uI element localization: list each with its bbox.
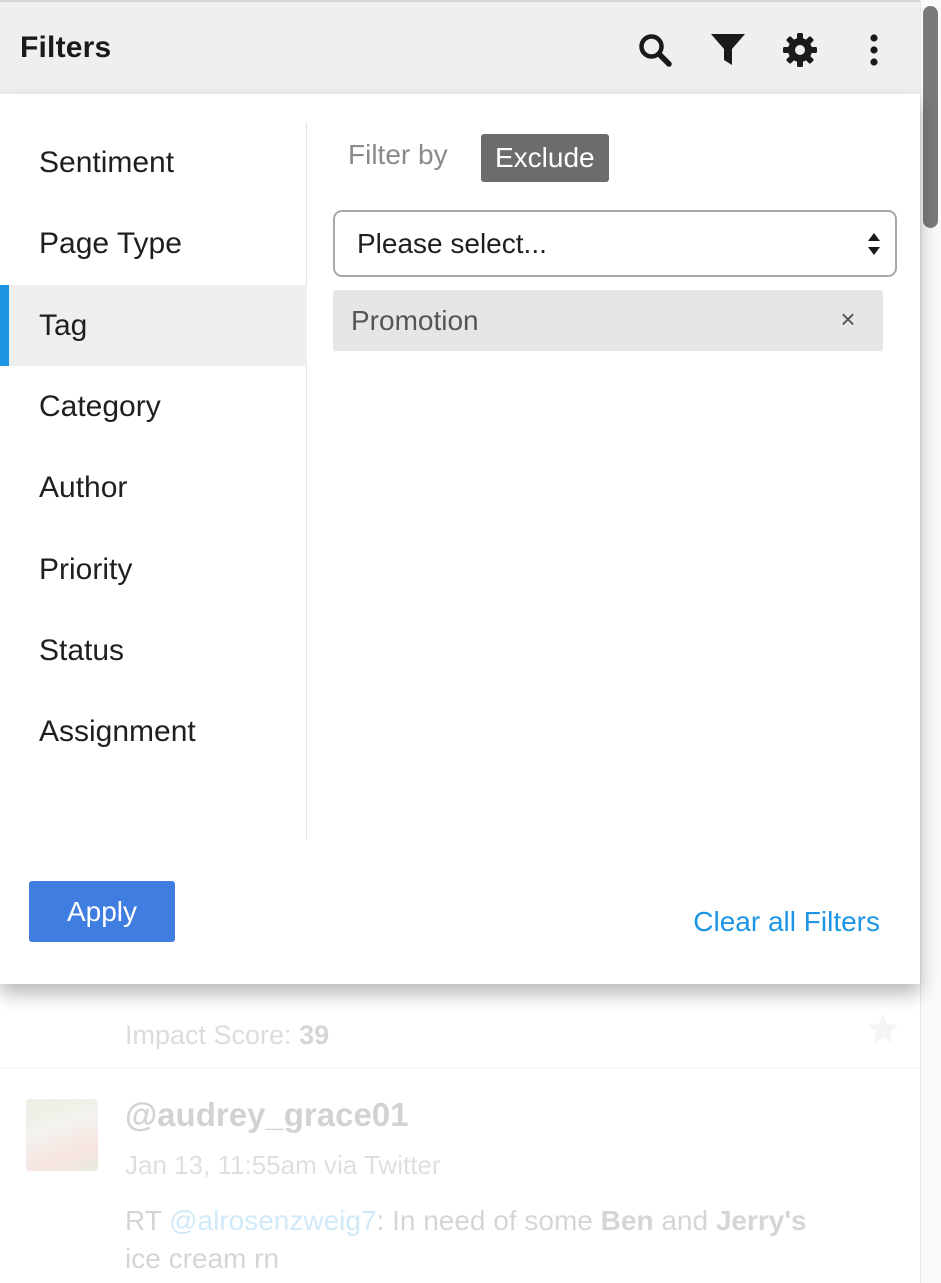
sidebar-item-label: Tag — [39, 308, 88, 342]
filter-panel: Sentiment Page Type Tag Category Author … — [0, 94, 920, 984]
more-vertical-icon[interactable] — [854, 28, 894, 72]
search-icon[interactable] — [635, 28, 675, 72]
tag-chip-label: Promotion — [351, 304, 479, 336]
sidebar-item-label: Sentiment — [39, 145, 175, 179]
sidebar-item-label: Author — [39, 470, 128, 504]
feed-divider — [0, 1068, 920, 1069]
sidebar-item-label: Priority — [39, 552, 133, 586]
sidebar-item-status[interactable]: Status — [0, 610, 307, 691]
funnel-icon[interactable] — [708, 28, 748, 72]
gear-icon[interactable] — [780, 28, 820, 72]
post-text-highlight: Ben — [600, 1205, 654, 1236]
sidebar-item-label: Page Type — [39, 226, 182, 260]
filter-mode-toggle[interactable]: Exclude — [481, 134, 609, 182]
post-text-part: ice cream rn — [125, 1243, 280, 1274]
post-text-part: RT — [125, 1205, 170, 1236]
sidebar-item-assignment[interactable]: Assignment — [0, 691, 307, 772]
header-toolbar — [0, 2, 920, 94]
post-text: RT @alrosenzweig7: In need of some Ben a… — [125, 1202, 845, 1278]
post-author-handle[interactable]: @audrey_grace01 — [125, 1096, 409, 1134]
select-arrows-icon — [868, 233, 880, 255]
close-icon[interactable]: × — [833, 304, 863, 334]
sidebar-item-label: Category — [39, 389, 161, 423]
tag-select-dropdown[interactable]: Please select... — [333, 210, 897, 277]
impact-score-value: 39 — [299, 1020, 330, 1050]
sidebar-item-label: Assignment — [39, 714, 196, 748]
select-placeholder: Please select... — [357, 227, 547, 259]
sidebar-item-priority[interactable]: Priority — [0, 529, 307, 610]
filter-category-list: Sentiment Page Type Tag Category Author … — [0, 122, 307, 840]
post-text-part: and — [653, 1205, 716, 1236]
post-text-highlight: Jerry's — [715, 1205, 807, 1236]
post-text-part: : In need of some — [376, 1205, 601, 1236]
selected-tag-chip: Promotion × — [333, 290, 883, 351]
apply-button[interactable]: Apply — [29, 881, 175, 942]
impact-score: Impact Score: 39 — [125, 1020, 329, 1051]
mention-link[interactable]: @alrosenzweig7 — [169, 1205, 376, 1236]
sidebar-item-category[interactable]: Category — [0, 366, 307, 447]
sidebar-item-sentiment[interactable]: Sentiment — [0, 122, 307, 203]
feed-background: Impact Score: 39 @audrey_grace01 Jan 13,… — [0, 984, 920, 1283]
sidebar-item-tag[interactable]: Tag — [0, 285, 307, 366]
filters-header: Filters — [0, 0, 920, 94]
post-meta: Jan 13, 11:55am via Twitter — [125, 1150, 441, 1180]
star-icon[interactable] — [866, 1012, 900, 1046]
sidebar-item-label: Status — [39, 633, 125, 667]
impact-score-label: Impact Score: — [125, 1020, 292, 1050]
sidebar-item-page-type[interactable]: Page Type — [0, 203, 307, 284]
filter-by-label: Filter by — [348, 139, 448, 170]
scrollbar-thumb[interactable] — [923, 6, 938, 228]
clear-all-filters-link[interactable]: Clear all Filters — [693, 906, 880, 938]
avatar[interactable] — [26, 1099, 98, 1171]
sidebar-item-author[interactable]: Author — [0, 447, 307, 528]
